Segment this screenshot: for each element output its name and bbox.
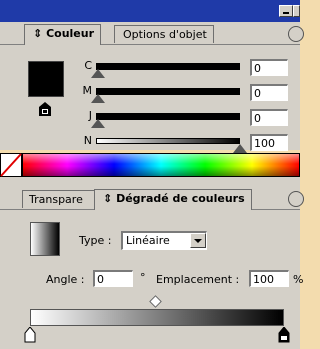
channel-slider-track[interactable] (96, 63, 240, 70)
channel-value-field[interactable]: 100 (250, 134, 288, 151)
channel-slider-track[interactable] (96, 138, 240, 144)
tab-options-objet[interactable]: Options d'objet (114, 25, 214, 43)
fill-color-swatch[interactable] (28, 61, 64, 97)
panel-menu-button[interactable] (288, 191, 304, 207)
channel-slider-thumb[interactable] (233, 144, 247, 153)
tab-order-icon: ⇕ (103, 192, 113, 205)
color-panel-tab-strip: ⇕ Couleur Options d'objet (0, 22, 304, 45)
gradient-panel-tab-strip: Transpare ⇕ Dégradé de couleurs (0, 187, 304, 210)
channel-slider-track[interactable] (96, 113, 240, 120)
tab-couleur[interactable]: ⇕ Couleur (24, 24, 102, 45)
tab-degrade-couleurs[interactable]: ⇕ Dégradé de couleurs (94, 189, 252, 210)
tab-order-icon: ⇕ (33, 27, 43, 40)
none-swatch-icon[interactable] (0, 153, 22, 177)
tab-label: Transpare (29, 193, 83, 206)
palette-title-bar[interactable] (0, 0, 300, 22)
color-spectrum-bar[interactable] (22, 153, 300, 177)
close-button[interactable] (293, 5, 300, 17)
angle-field[interactable]: 0 (93, 270, 133, 287)
angle-label: Angle : (46, 273, 85, 286)
tab-label: Dégradé de couleurs (116, 192, 245, 205)
channel-value-field[interactable]: 0 (250, 109, 288, 126)
gradient-start-stop[interactable] (24, 327, 36, 343)
channel-slider-track[interactable] (96, 88, 240, 95)
type-label: Type : (79, 234, 112, 247)
gradient-ramp-bar[interactable] (30, 309, 284, 326)
location-field[interactable]: 100 (249, 270, 289, 287)
out-of-gamut-icon[interactable] (38, 101, 52, 117)
tab-label: Options d'objet (123, 28, 207, 41)
tab-label: Couleur (46, 27, 95, 40)
channel-value-field[interactable]: 0 (250, 84, 288, 101)
minimize-icon (283, 12, 289, 14)
channel-slider-thumb[interactable] (91, 94, 105, 103)
location-label: Emplacement : (156, 273, 240, 286)
channel-slider-thumb[interactable] (91, 69, 105, 78)
gradient-type-value: Linéaire (126, 234, 170, 247)
channel-slider-thumb[interactable] (91, 119, 105, 128)
percent-symbol: % (293, 273, 304, 286)
panel-menu-button[interactable] (288, 26, 304, 42)
tab-transparence[interactable]: Transpare (22, 190, 96, 208)
gradient-preview-swatch[interactable] (30, 222, 60, 256)
channel-label: N (83, 134, 92, 147)
gradient-type-select[interactable]: Linéaire (121, 231, 207, 250)
gradient-end-stop[interactable] (278, 327, 290, 343)
channel-value-field[interactable]: 0 (250, 59, 288, 76)
minimize-button[interactable] (279, 5, 293, 17)
degree-symbol: ° (140, 271, 146, 284)
panel-separator (0, 177, 300, 187)
chevron-down-icon[interactable] (190, 233, 206, 248)
